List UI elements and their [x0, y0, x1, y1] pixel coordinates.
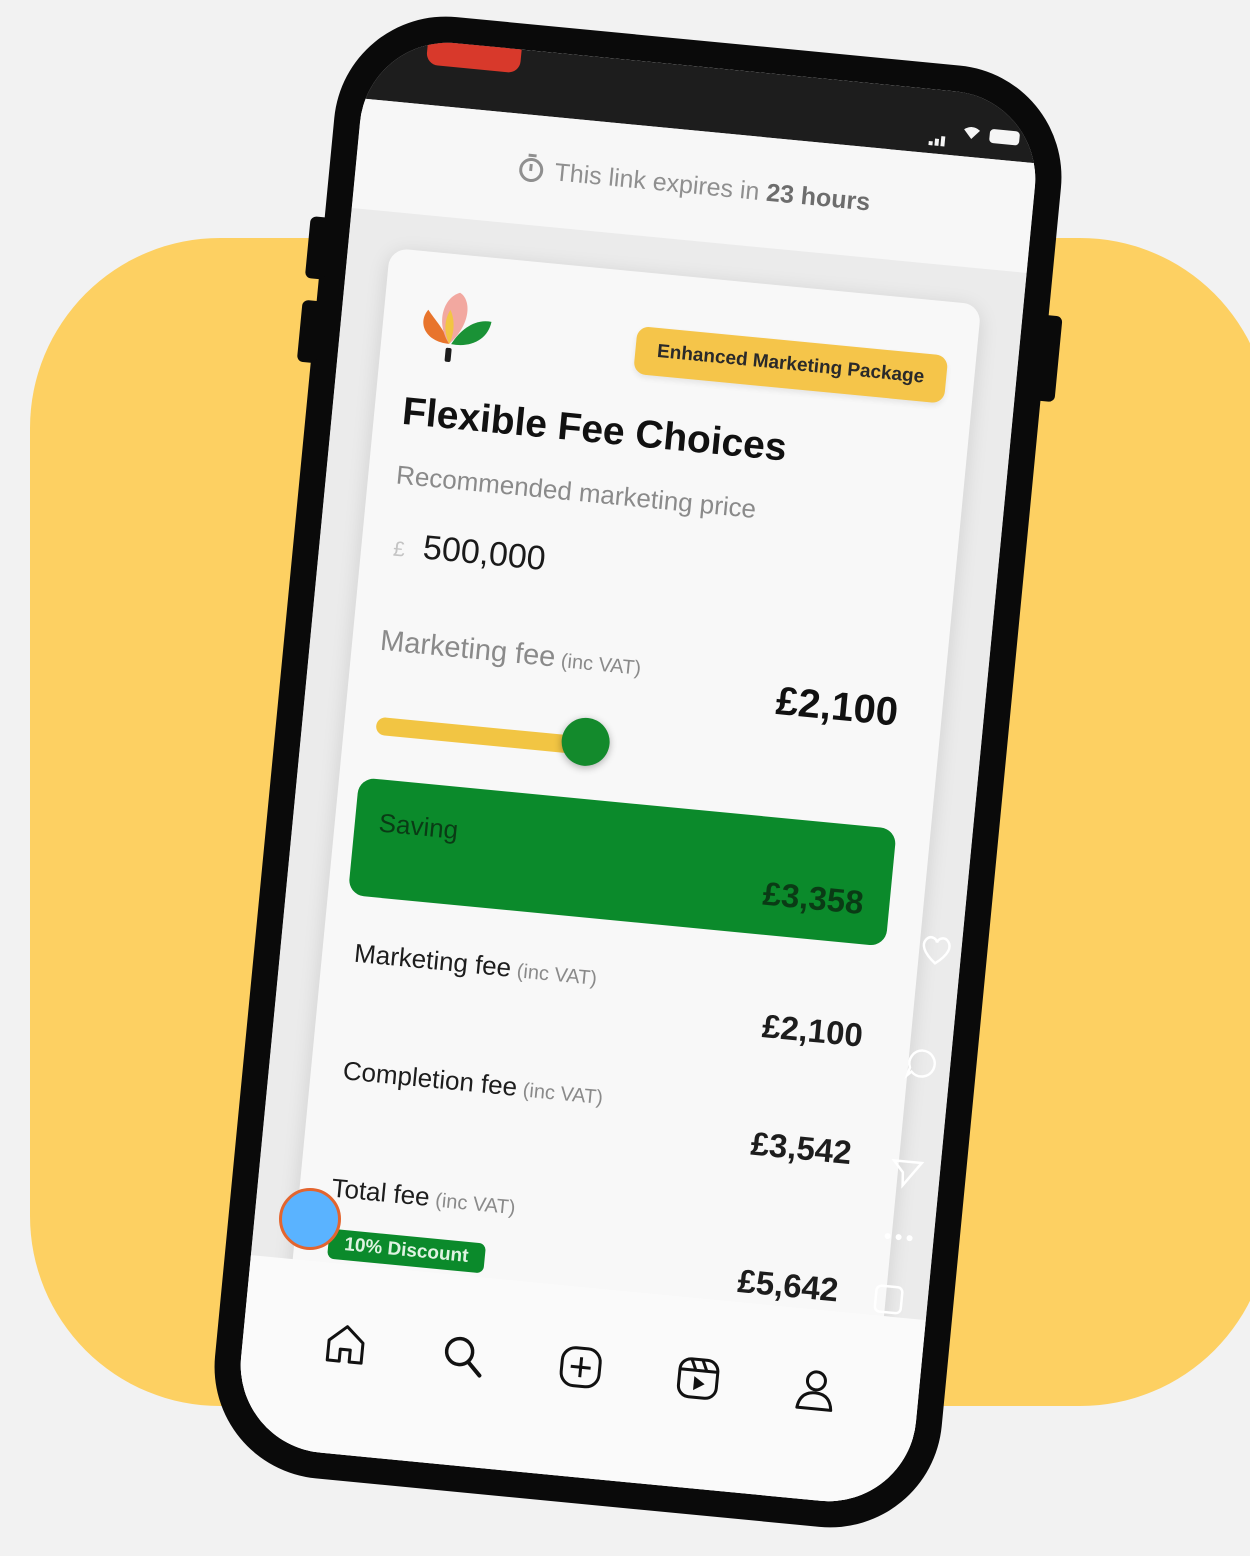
price-subtitle: Recommended marketing price	[394, 459, 758, 525]
currency-symbol: £	[392, 537, 406, 562]
reels-icon[interactable]	[673, 1353, 723, 1403]
expiry-time: 23 hours	[765, 178, 872, 217]
marketing-fee-label: Marketing fee (inc VAT)	[378, 624, 643, 680]
page-title: Flexible Fee Choices	[400, 389, 789, 470]
signal-icon	[928, 127, 952, 147]
package-badge: Enhanced Marketing Package	[632, 325, 949, 404]
fee-slider-track[interactable]	[375, 716, 581, 755]
heart-icon[interactable]	[918, 932, 955, 969]
marketing-fee-amount: £2,100	[773, 679, 900, 735]
phone-screen: This link expires in 23 hours Enhanced M…	[232, 34, 1044, 1510]
price-value: 500,000	[421, 528, 548, 579]
audio-icon[interactable]	[870, 1281, 907, 1318]
search-icon[interactable]	[438, 1331, 488, 1381]
touch-indicator	[279, 1188, 341, 1250]
row-marketing-fee-label: Marketing fee (inc VAT)	[352, 937, 598, 990]
saving-banner: Saving £3,358	[347, 777, 897, 947]
row-marketing-fee-amount: £2,100	[760, 1007, 865, 1054]
row-completion-fee-label: Completion fee (inc VAT)	[341, 1055, 604, 1110]
expiry-text: This link expires in	[553, 157, 761, 206]
timer-icon	[517, 156, 544, 184]
phone-frame: This link expires in 23 hours Enhanced M…	[204, 6, 1072, 1538]
fee-slider-thumb[interactable]	[559, 715, 612, 769]
profile-icon[interactable]	[790, 1365, 840, 1415]
wifi-icon	[964, 127, 981, 140]
volume-up-button	[304, 216, 331, 280]
fee-card: Enhanced Marketing Package Flexible Fee …	[282, 247, 982, 1420]
create-icon[interactable]	[556, 1342, 606, 1392]
row-completion-fee-amount: £3,542	[749, 1124, 854, 1172]
saving-amount: £3,358	[761, 874, 866, 922]
leaf-logo-icon	[423, 292, 492, 362]
marketing-price-input[interactable]: £ 500,000	[392, 526, 548, 579]
home-icon[interactable]	[321, 1320, 371, 1370]
saving-label: Saving	[377, 807, 460, 845]
recording-indicator	[425, 34, 524, 74]
share-icon[interactable]	[888, 1154, 925, 1191]
comment-icon[interactable]	[903, 1045, 940, 1082]
row-total-fee-label: Total fee (inc VAT)	[330, 1172, 517, 1220]
battery-icon	[988, 128, 1021, 146]
